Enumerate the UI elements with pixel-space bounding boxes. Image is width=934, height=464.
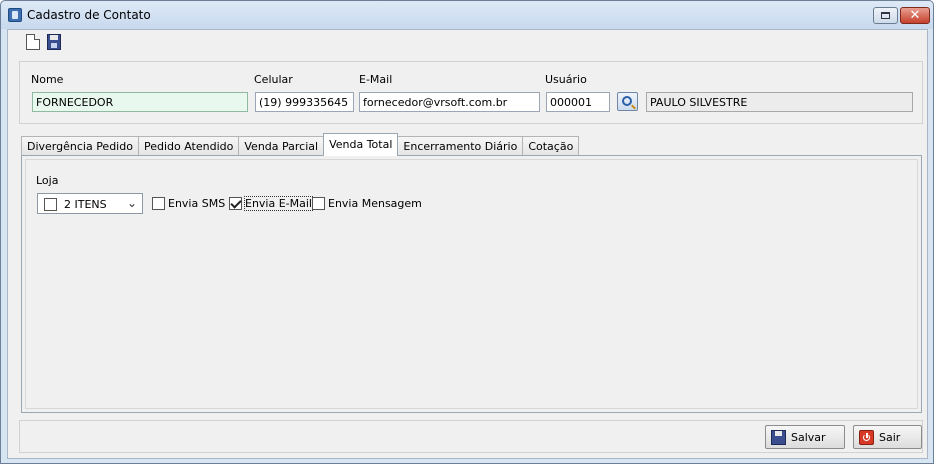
venda-total-panel: Loja 2 ITENS ⌄ Envia SMS Envia E-Mail En… — [25, 159, 918, 409]
loja-label: Loja — [36, 174, 59, 187]
restore-button[interactable] — [873, 7, 898, 24]
usuario-code-input[interactable]: 000001 — [546, 92, 610, 112]
exit-button[interactable]: Sair — [853, 425, 922, 449]
power-icon — [859, 429, 874, 445]
app-icon — [8, 8, 22, 22]
email-input[interactable]: fornecedor@vrsoft.com.br — [359, 92, 540, 112]
envia-email-label: Envia E-Mail — [244, 196, 313, 211]
tab-divergencia-pedido[interactable]: Divergência Pedido — [21, 136, 139, 156]
save-icon — [771, 429, 786, 445]
tab-venda-parcial[interactable]: Venda Parcial — [238, 136, 325, 156]
title-bar[interactable]: Cadastro de Contato ✕ — [1, 1, 933, 29]
save-button[interactable]: Salvar — [765, 425, 845, 449]
contact-panel: Nome FORNECEDOR Celular (19) 999335645 E… — [19, 61, 923, 124]
loja-select-value: 2 ITENS — [64, 198, 107, 211]
tab-cotacao[interactable]: Cotação — [522, 136, 580, 156]
tab-encerramento-diario[interactable]: Encerramento Diário — [397, 136, 524, 156]
envia-sms-checkbox[interactable]: Envia SMS — [152, 197, 225, 210]
envia-mensagem-label: Envia Mensagem — [328, 197, 422, 210]
save-icon[interactable] — [47, 34, 61, 50]
tab-venda-total[interactable]: Venda Total — [323, 133, 399, 156]
celular-input[interactable]: (19) 999335645 — [255, 92, 354, 112]
nome-label: Nome — [31, 73, 64, 86]
usuario-name-field: PAULO SILVESTRE — [646, 92, 913, 112]
save-button-label: Salvar — [791, 430, 826, 444]
exit-button-label: Sair — [879, 430, 901, 444]
envia-sms-box[interactable] — [152, 197, 165, 210]
tab-strip: Divergência Pedido Pedido Atendido Venda… — [21, 133, 580, 156]
envia-mensagem-box[interactable] — [312, 197, 325, 210]
window-title: Cadastro de Contato — [27, 8, 151, 22]
close-icon: ✕ — [909, 8, 921, 23]
celular-label: Celular — [254, 73, 293, 86]
search-icon — [622, 96, 632, 106]
close-button[interactable]: ✕ — [900, 7, 930, 24]
restore-icon — [881, 12, 890, 19]
button-bar: Salvar Sair — [19, 420, 923, 453]
chevron-down-icon[interactable]: ⌄ — [127, 196, 137, 210]
usuario-lookup-button[interactable] — [617, 92, 638, 111]
envia-email-checkbox[interactable]: Envia E-Mail — [229, 196, 313, 211]
envia-sms-label: Envia SMS — [168, 197, 226, 210]
envia-email-box[interactable] — [229, 197, 242, 210]
window: Cadastro de Contato ✕ Nome FORNECEDOR Ce… — [0, 0, 934, 464]
tab-content: Loja 2 ITENS ⌄ Envia SMS Envia E-Mail En… — [21, 155, 922, 413]
client-area: Nome FORNECEDOR Celular (19) 999335645 E… — [7, 29, 928, 459]
new-document-icon[interactable] — [26, 34, 40, 50]
loja-select[interactable]: 2 ITENS ⌄ — [37, 193, 143, 214]
envia-mensagem-checkbox[interactable]: Envia Mensagem — [312, 197, 422, 210]
nome-input[interactable]: FORNECEDOR — [32, 92, 248, 112]
usuario-label: Usuário — [545, 73, 587, 86]
loja-select-checkbox[interactable] — [44, 198, 57, 211]
email-label: E-Mail — [359, 73, 393, 86]
tab-pedido-atendido[interactable]: Pedido Atendido — [137, 136, 240, 156]
